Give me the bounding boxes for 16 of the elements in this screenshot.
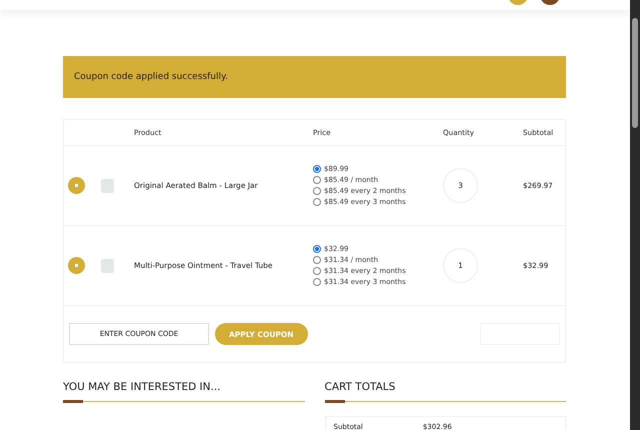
product-photo (101, 258, 114, 272)
remove-button[interactable] (68, 257, 85, 274)
scrollbar[interactable] (630, 0, 640, 430)
radio-button[interactable] (313, 256, 321, 264)
radio-button[interactable] (313, 187, 321, 195)
notice-text: Coupon code applied successfully. (74, 72, 228, 82)
radio-button[interactable] (313, 245, 321, 253)
section-heading: CART TOTALS (324, 381, 396, 393)
radio-button[interactable] (313, 176, 321, 184)
radio-button[interactable] (313, 278, 321, 286)
radio-button[interactable] (313, 165, 321, 173)
radio-button[interactable] (313, 198, 321, 206)
remove-button[interactable] (68, 177, 85, 194)
radio-button[interactable] (313, 267, 321, 275)
section-heading: YOU MAY BE INTERESTED IN... (63, 381, 222, 393)
product-photo (101, 178, 114, 192)
